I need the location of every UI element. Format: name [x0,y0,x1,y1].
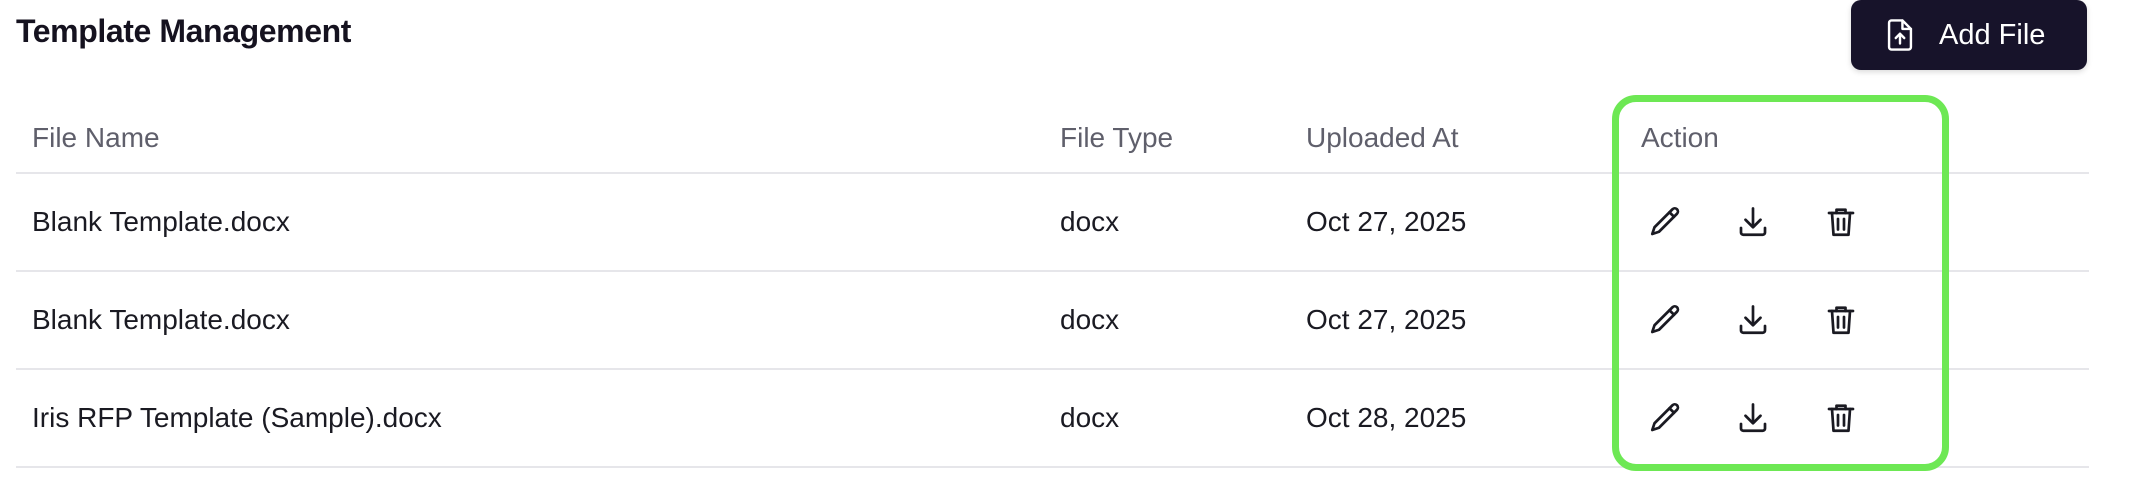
delete-button[interactable] [1817,296,1865,344]
file-name-cell: Iris RFP Template (Sample).docx [32,402,442,433]
table-row: Iris RFP Template (Sample).docx docx Oct… [16,370,2089,468]
trash-icon [1827,208,1855,237]
download-button[interactable] [1729,198,1777,246]
table-row: Blank Template.docx docx Oct 27, 2025 [16,272,2089,370]
column-header-uploaded-at: Uploaded At [1306,121,1459,153]
column-header-file-name: File Name [32,121,160,153]
edit-button[interactable] [1641,198,1689,246]
table-header-row: File Name File Type Uploaded At Action [16,95,2089,174]
uploaded-at-cell: Oct 28, 2025 [1306,402,1467,433]
download-icon [1739,305,1767,335]
action-cell [1641,370,1865,466]
add-file-button[interactable]: Add File [1851,0,2087,70]
page-title: Template Management [16,13,351,49]
action-cell [1641,174,1865,270]
file-type-cell: docx [1060,402,1120,433]
pencil-icon [1650,304,1680,334]
column-header-action: Action [1641,121,1719,153]
uploaded-at-cell: Oct 27, 2025 [1306,304,1467,335]
edit-button[interactable] [1641,394,1689,442]
action-cell [1641,272,1865,368]
add-file-label: Add File [1939,18,2046,51]
column-header-file-type: File Type [1060,121,1174,153]
templates-table: File Name File Type Uploaded At Action B… [16,95,2089,468]
delete-button[interactable] [1817,394,1865,442]
pencil-icon [1650,206,1680,236]
download-icon [1739,403,1767,433]
edit-button[interactable] [1641,296,1689,344]
pencil-icon [1650,402,1680,432]
download-icon [1739,207,1767,237]
file-name-cell: Blank Template.docx [32,206,290,237]
download-button[interactable] [1729,394,1777,442]
file-name-cell: Blank Template.docx [32,304,290,335]
file-upload-icon [1885,18,1915,52]
table-row: Blank Template.docx docx Oct 27, 2025 [16,174,2089,272]
delete-button[interactable] [1817,198,1865,246]
file-type-cell: docx [1060,304,1120,335]
uploaded-at-cell: Oct 27, 2025 [1306,206,1467,237]
trash-icon [1827,404,1855,433]
download-button[interactable] [1729,296,1777,344]
trash-icon [1827,306,1855,335]
file-type-cell: docx [1060,206,1120,237]
